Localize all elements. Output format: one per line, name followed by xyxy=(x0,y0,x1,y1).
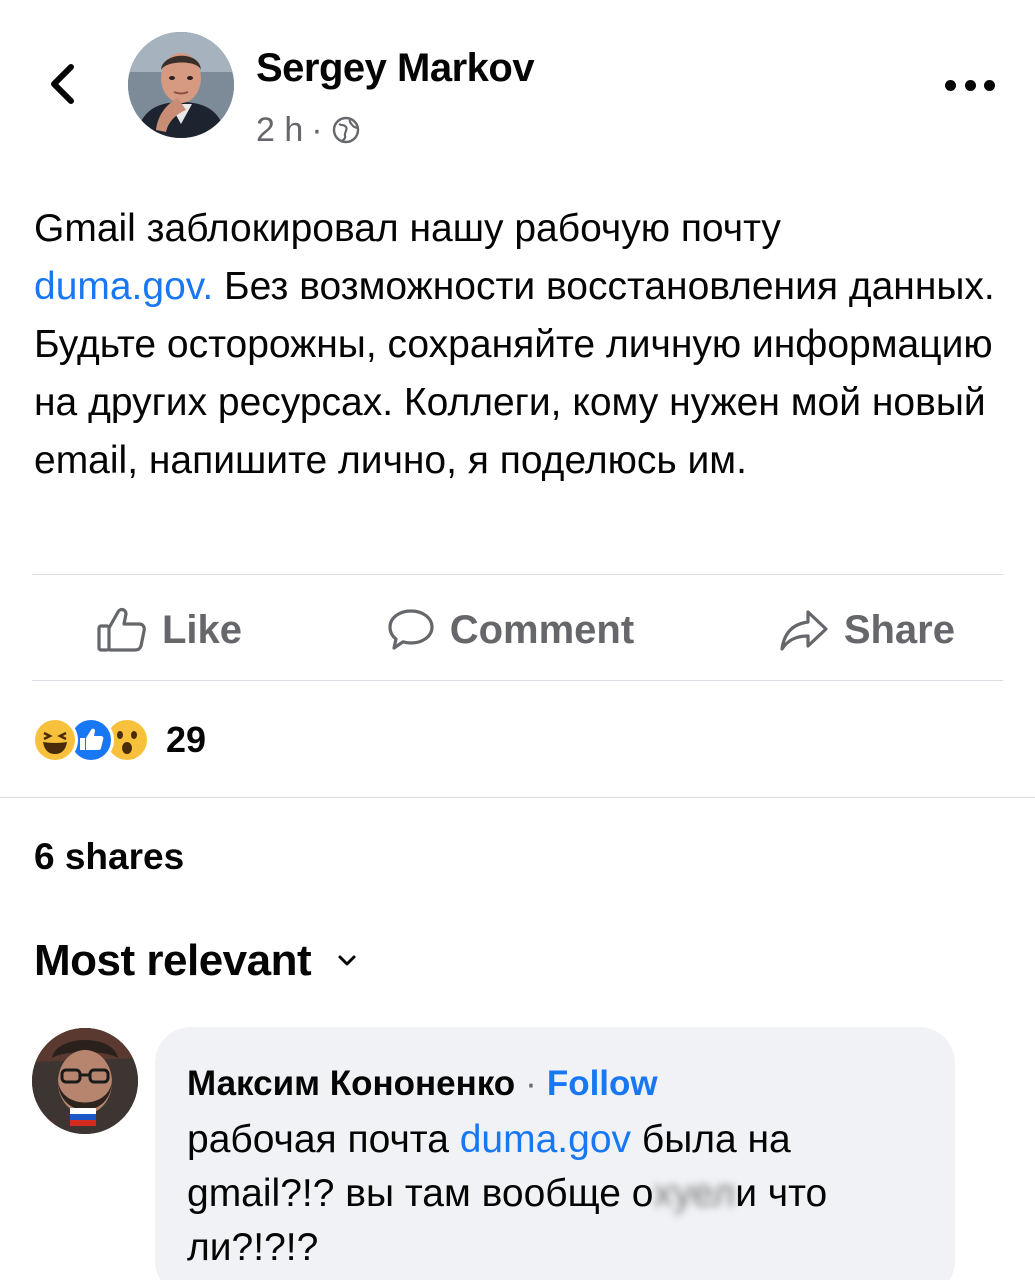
divider xyxy=(32,680,1003,681)
share-button[interactable]: Share xyxy=(778,608,955,653)
follow-button[interactable]: Follow xyxy=(547,1061,658,1107)
share-label: Share xyxy=(843,607,955,652)
comment-separator: · xyxy=(525,1064,537,1103)
post-time[interactable]: 2 h xyxy=(256,111,303,150)
back-button[interactable] xyxy=(42,62,82,106)
comment-text: рабочая почта duma.gov была на gmail?!? … xyxy=(187,1113,925,1275)
divider xyxy=(32,574,1003,575)
post-link[interactable]: duma.gov. xyxy=(34,265,213,308)
dot-icon xyxy=(945,79,956,91)
post-text: Gmail заблокировал нашу рабочую почту du… xyxy=(34,200,1004,490)
sort-label: Most relevant xyxy=(34,936,312,985)
comment-sort-dropdown[interactable]: Most relevant xyxy=(34,936,357,986)
post-text-after-link: Без возможности восстановления xyxy=(213,265,838,308)
author-name[interactable]: Sergey Markov xyxy=(256,46,535,91)
comment-bubble: Максим Кононенко · Follow рабочая почта … xyxy=(155,1027,955,1280)
chevron-down-icon xyxy=(338,955,356,966)
more-options-button[interactable] xyxy=(945,70,995,100)
commenter-avatar[interactable] xyxy=(32,1028,138,1134)
share-count[interactable]: 6 shares xyxy=(34,836,184,878)
comment-label: Comment xyxy=(449,607,635,652)
comment-text-blurred: хуел xyxy=(653,1172,736,1215)
globe-icon xyxy=(332,116,359,144)
russian-flag-icon xyxy=(70,1108,96,1126)
like-label: Like xyxy=(162,607,243,652)
meta-separator: · xyxy=(311,110,323,149)
reactions-summary[interactable]: 29 xyxy=(32,714,206,766)
comment-text-before-link: рабочая почта xyxy=(187,1118,460,1161)
post-text-line1: Gmail заблокировал нашу рабочую почту xyxy=(34,207,781,250)
like-button[interactable]: Like xyxy=(96,606,242,654)
post-screen: Sergey Markov 2 h · Gmail заблокировал н… xyxy=(0,0,1035,1280)
post-meta: 2 h · xyxy=(256,110,361,150)
action-bar: Like Comment Share xyxy=(32,585,1003,675)
dot-icon xyxy=(984,79,995,91)
share-arrow-icon xyxy=(780,610,828,651)
divider xyxy=(0,797,1035,798)
dot-icon xyxy=(964,79,976,91)
chevron-left-icon xyxy=(51,64,74,104)
comment-button[interactable]: Comment xyxy=(386,607,634,653)
haha-icon xyxy=(32,717,78,763)
commenter-name[interactable]: Максим Кононенко xyxy=(187,1061,515,1107)
thumbs-up-icon xyxy=(97,607,146,652)
reaction-count: 29 xyxy=(166,719,207,760)
comment-bubble-icon xyxy=(388,609,434,650)
comment-header: Максим Кононенко · Follow xyxy=(187,1061,925,1107)
author-avatar[interactable] xyxy=(128,32,234,138)
comment-link[interactable]: duma.gov xyxy=(460,1118,631,1161)
